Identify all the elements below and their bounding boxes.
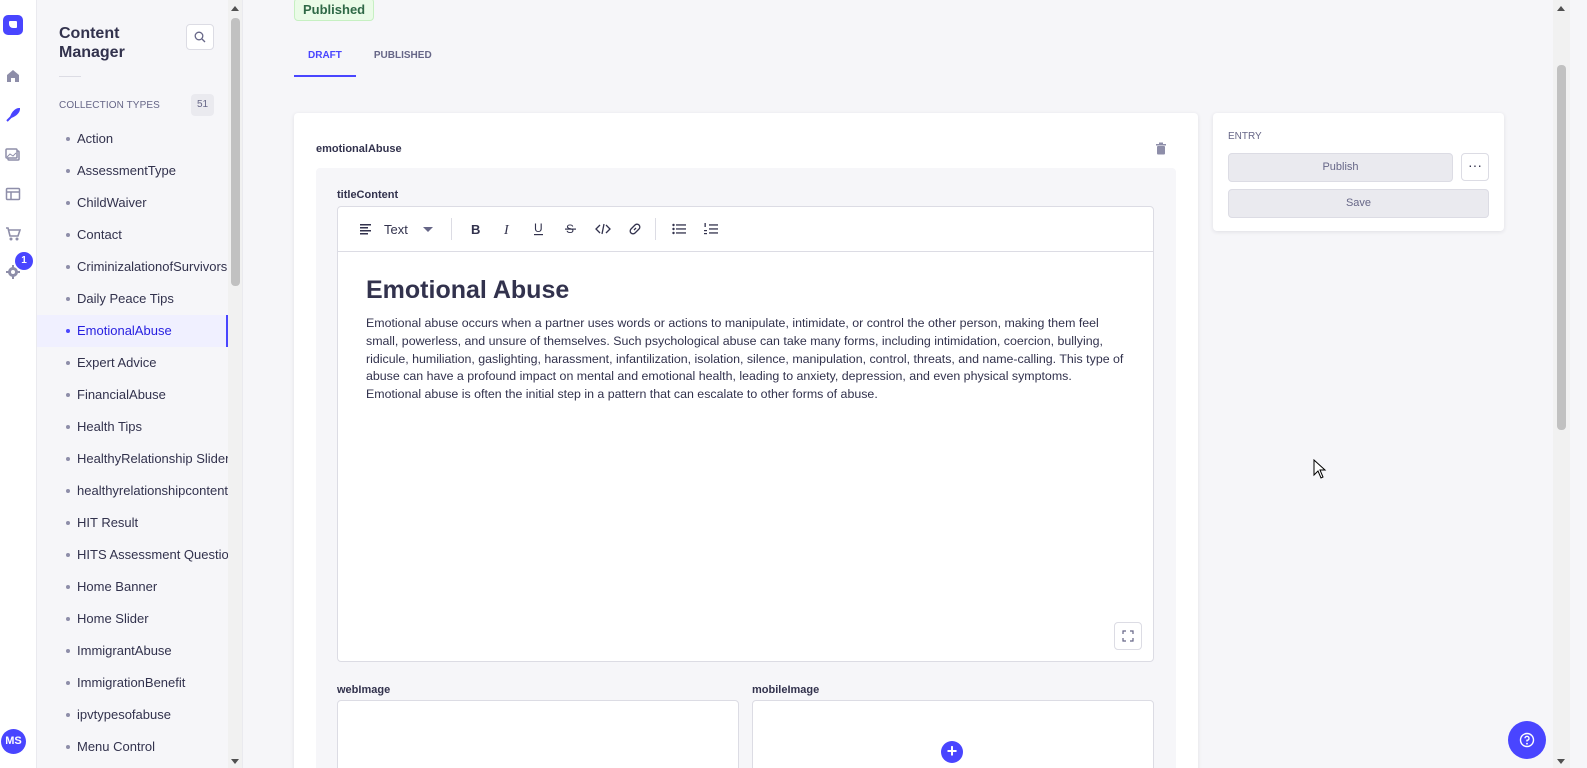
sidebar-item-hits-assessment-question[interactable]: HITS Assessment Question	[37, 539, 236, 571]
sidebar-item-assessmenttype[interactable]: AssessmentType	[37, 155, 228, 187]
version-tabs: DRAFT PUBLISHED	[294, 43, 446, 77]
bulleted-list-icon[interactable]	[671, 221, 687, 237]
link-icon[interactable]	[627, 221, 643, 237]
code-icon[interactable]	[595, 221, 611, 237]
content-manager-icon[interactable]	[5, 107, 21, 123]
align-left-icon[interactable]	[358, 221, 374, 237]
tab-published[interactable]: PUBLISHED	[360, 43, 446, 77]
home-icon[interactable]	[5, 68, 21, 84]
numbered-list-icon[interactable]	[703, 221, 719, 237]
mouse-cursor-icon	[1313, 459, 1327, 479]
collection-types-count: 51	[191, 94, 214, 116]
sidebar-title: Content Manager	[59, 25, 125, 61]
block-type-select[interactable]: Text	[384, 222, 408, 237]
page-scrollbar-thumb[interactable]	[1557, 65, 1566, 430]
sidebar-item-contact[interactable]: Contact	[37, 219, 228, 251]
sidebar-scrollbar[interactable]	[228, 0, 242, 768]
bold-icon[interactable]: B	[467, 221, 483, 237]
sidebar-item-expert-advice[interactable]: Expert Advice	[37, 347, 228, 379]
add-image-button[interactable]: +	[941, 741, 963, 763]
title-content-label: titleContent	[337, 189, 399, 201]
more-actions-button[interactable]: ···	[1461, 153, 1489, 181]
sidebar-item-ipvtypesofabuse[interactable]: ipvtypesofabuse	[37, 699, 228, 731]
scroll-down-arrow[interactable]	[1557, 759, 1565, 764]
sidebar-item-action[interactable]: Action	[37, 123, 228, 155]
main-content: Published DRAFT PUBLISHED emotionalAbuse …	[243, 0, 1553, 768]
sidebar-item-immigrationbenefit[interactable]: ImmigrationBenefit	[37, 667, 228, 699]
chevron-down-icon[interactable]	[420, 221, 436, 237]
italic-icon[interactable]: I	[499, 221, 515, 237]
sidebar-item-health-tips[interactable]: Health Tips	[37, 411, 228, 443]
sidebar-search-button[interactable]	[186, 24, 214, 50]
toolbar-divider	[655, 218, 656, 240]
sidebar-item-home-slider[interactable]: Home Slider	[37, 603, 228, 635]
media-library-icon[interactable]	[5, 147, 21, 163]
content-heading: Emotional Abuse	[366, 276, 570, 304]
component-fields: titleContent Text B I U S Emotional Abus…	[316, 168, 1176, 768]
entry-title: ENTRY	[1228, 131, 1262, 142]
content-manager-sidebar: Content Manager COLLECTION TYPES 51 Acti…	[37, 0, 243, 768]
svg-text:I: I	[503, 223, 510, 237]
web-image-label: webImage	[337, 684, 391, 696]
logo-icon[interactable]	[3, 15, 23, 35]
sidebar-item-childwaiver[interactable]: ChildWaiver	[37, 187, 228, 219]
marketplace-icon[interactable]	[5, 226, 21, 242]
sidebar-item-healthyrelationship-slider[interactable]: HealthyRelationship Slider	[37, 443, 229, 475]
svg-text:B: B	[471, 222, 480, 237]
scroll-up-arrow[interactable]	[1557, 6, 1565, 11]
svg-text:U: U	[534, 221, 543, 235]
strikethrough-icon[interactable]: S	[563, 221, 579, 237]
user-avatar[interactable]: MS	[1, 729, 26, 754]
help-icon	[1519, 732, 1535, 748]
sidebar-scrollbar-thumb[interactable]	[231, 18, 240, 286]
underline-icon[interactable]: U	[531, 221, 547, 237]
main-nav-rail: 1 MS	[0, 0, 37, 768]
help-button[interactable]	[1508, 721, 1546, 759]
expand-icon	[1122, 630, 1134, 642]
sidebar-item-healthyrelationshipcontent[interactable]: healthyrelationshipcontent	[37, 475, 228, 507]
page-scrollbar[interactable]	[1553, 0, 1570, 768]
sidebar-item-menu-control[interactable]: Menu Control	[37, 731, 228, 763]
tab-draft[interactable]: DRAFT	[294, 43, 356, 77]
content-paragraph: Emotional abuse occurs when a partner us…	[366, 316, 1124, 402]
collection-types-label: COLLECTION TYPES	[59, 100, 160, 111]
scroll-up-arrow[interactable]	[231, 6, 239, 11]
sidebar-item-hit-result[interactable]: HIT Result	[37, 507, 228, 539]
toolbar-divider	[451, 218, 452, 240]
status-badge: Published	[294, 0, 375, 21]
search-icon	[194, 31, 206, 43]
editor-toolbar: Text B I U S	[338, 207, 1153, 252]
component-label: emotionalAbuse	[316, 143, 402, 155]
editor-content[interactable]: Emotional Abuse Emotional abuse occurs w…	[366, 275, 1126, 404]
save-button[interactable]: Save	[1228, 189, 1489, 218]
scroll-down-arrow[interactable]	[231, 759, 239, 764]
sidebar-item-emotionalabuse[interactable]: EmotionalAbuse	[37, 315, 228, 347]
mobile-image-dropzone[interactable]: +	[752, 700, 1154, 768]
sidebar-item-immigrantabuse[interactable]: ImmigrantAbuse	[37, 635, 228, 667]
collection-types-list: Action AssessmentType ChildWaiver Contac…	[37, 123, 236, 763]
trash-icon[interactable]	[1155, 142, 1167, 160]
expand-editor-button[interactable]	[1114, 622, 1142, 650]
component-card: emotionalAbuse titleContent Text B I U S…	[294, 113, 1198, 768]
publish-button[interactable]: Publish	[1228, 153, 1453, 182]
entry-panel: ENTRY Publish ··· Save	[1213, 113, 1504, 231]
web-image-dropzone[interactable]	[337, 700, 739, 768]
sidebar-item-criminizalationofsurvivors[interactable]: CriminizalationofSurvivors	[37, 251, 228, 283]
notification-badge: 1	[15, 252, 33, 270]
content-type-builder-icon[interactable]	[5, 186, 21, 202]
sidebar-divider	[59, 76, 81, 77]
sidebar-item-daily-peace-tips[interactable]: Daily Peace Tips	[37, 283, 228, 315]
rich-text-editor[interactable]: Text B I U S Emotional Abuse Emotional a…	[337, 206, 1154, 662]
sidebar-item-home-banner[interactable]: Home Banner	[37, 571, 228, 603]
mobile-image-label: mobileImage	[752, 684, 820, 696]
sidebar-item-financialabuse[interactable]: FinancialAbuse	[37, 379, 228, 411]
